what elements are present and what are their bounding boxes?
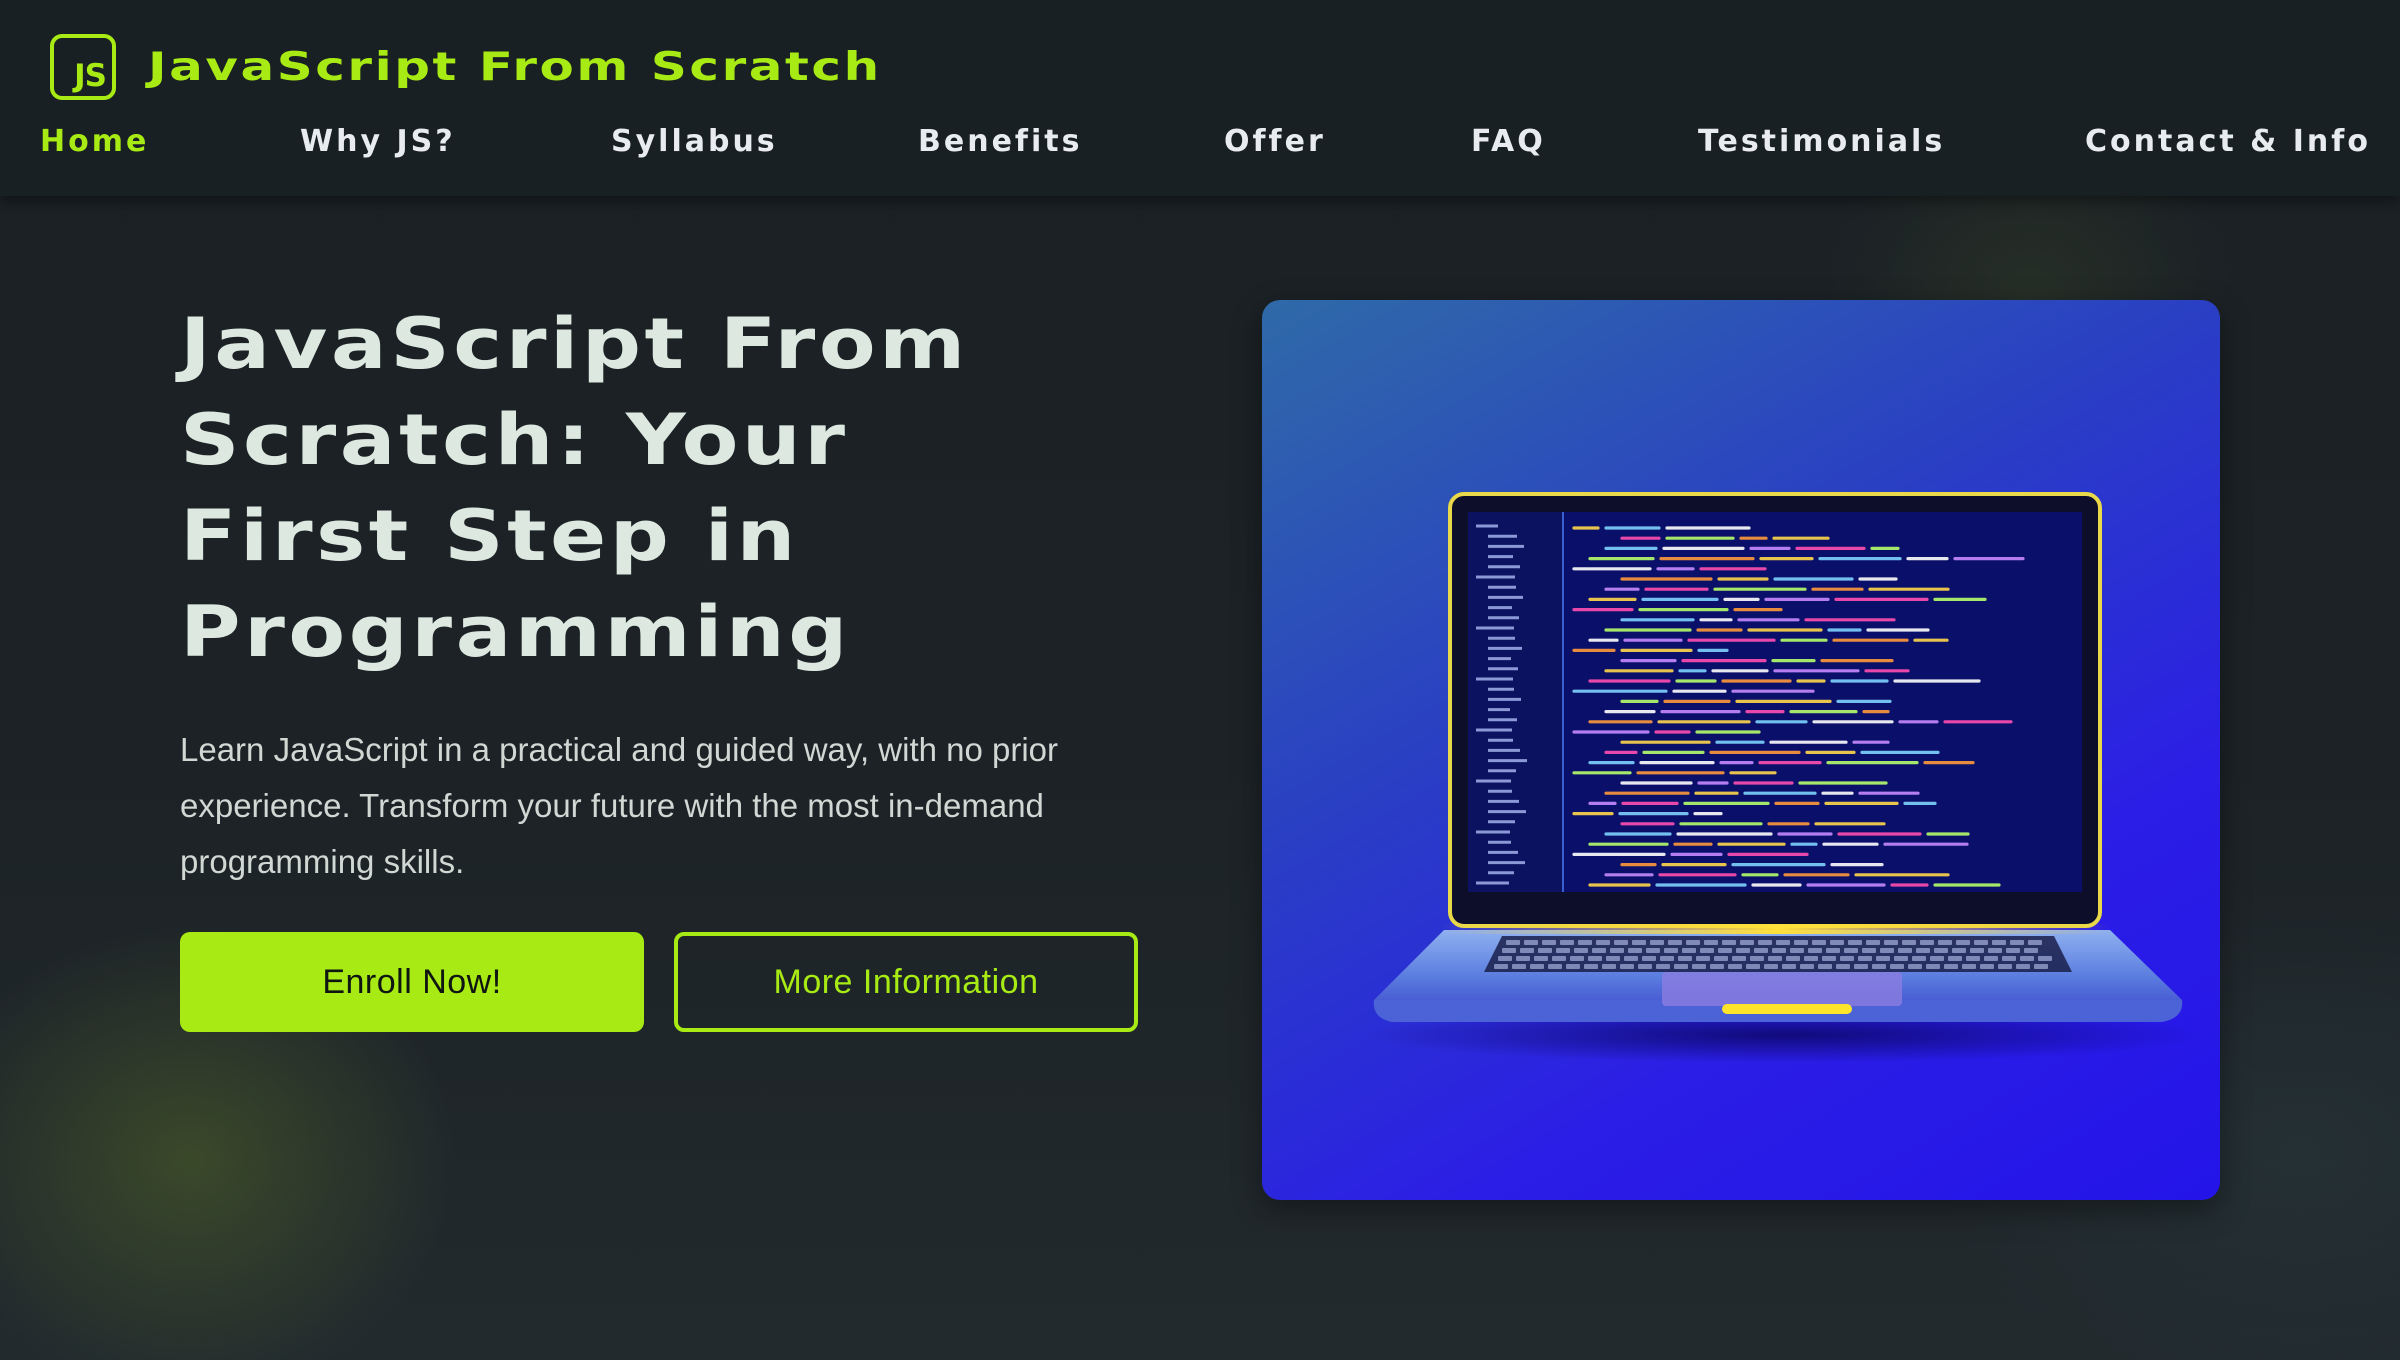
laptop-code-illustration <box>1262 300 2220 1200</box>
site-header: JS JavaScript From Scratch Home Why JS? … <box>0 0 2400 196</box>
nav-item-offer[interactable]: Offer <box>1224 120 1326 164</box>
hero-title: JavaScript From Scratch: Your First Step… <box>180 296 1180 680</box>
hero-title-line: Scratch: Your <box>180 399 849 481</box>
hero-title-line: First Step in <box>180 495 799 577</box>
hero-title-line: JavaScript From <box>180 303 969 385</box>
nav-item-contact-info[interactable]: Contact & Info <box>2085 120 2371 164</box>
brand[interactable]: JS JavaScript From Scratch <box>50 30 879 104</box>
nav-item-syllabus[interactable]: Syllabus <box>611 120 778 164</box>
laptop-icon <box>1364 492 2204 1063</box>
more-information-button[interactable]: More Information <box>674 932 1138 1032</box>
nav-item-home[interactable]: Home <box>40 120 149 164</box>
nav-item-testimonials[interactable]: Testimonials <box>1698 120 1945 164</box>
enroll-now-button[interactable]: Enroll Now! <box>180 932 644 1032</box>
logo-text: JS <box>74 58 107 94</box>
nav-item-why-js[interactable]: Why JS? <box>300 120 456 164</box>
hero-title-line: Programming <box>180 591 851 673</box>
nav-item-benefits[interactable]: Benefits <box>918 120 1082 164</box>
nav-item-faq[interactable]: FAQ <box>1471 120 1546 164</box>
js-logo-icon: JS <box>50 34 116 100</box>
hero-description: Learn JavaScript in a practical and guid… <box>180 731 1059 880</box>
brand-name: JavaScript From Scratch <box>148 44 882 90</box>
main-nav: Home Why JS? Syllabus Benefits Offer FAQ… <box>0 120 2400 164</box>
